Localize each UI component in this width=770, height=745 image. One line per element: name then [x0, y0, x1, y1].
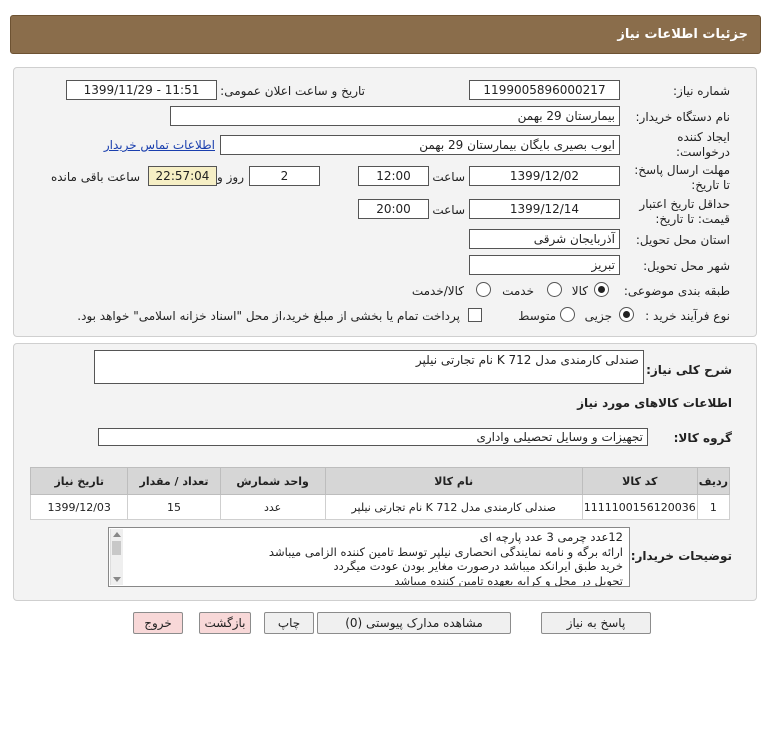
creator-label-2: درخواست:	[676, 145, 730, 159]
province-label: استان محل تحویل:	[635, 233, 730, 247]
notes-line: ارائه برگه و نامه نمایندگی انحصاری نیلپر…	[268, 544, 623, 559]
process-radio-minor[interactable]	[619, 307, 634, 322]
validity-label-2: قیمت: تا تاریخ:	[655, 212, 730, 226]
cell-item-name: صندلی کارمندی مدل K 712 نام تجارتی نیلپر	[324, 494, 583, 520]
col-code-header: کد کالا	[581, 467, 698, 495]
process-option-minor: جزیی	[584, 309, 612, 323]
cell-row-number: 1	[696, 494, 731, 520]
category-option-service: خدمت	[502, 284, 534, 298]
general-desc-label: شرح کلی نیاز:	[646, 363, 732, 377]
process-radio-medium[interactable]	[560, 307, 575, 322]
reply-time-field: 12:00	[358, 166, 429, 186]
cell-quantity: 15	[127, 494, 221, 520]
buyer-notes-textarea[interactable]: 12عدد چرمی 3 عدد پارچه ای ارائه برگه و ن…	[108, 527, 630, 587]
province-field: آذربایجان شرقی	[469, 229, 620, 249]
buyer-contact-link[interactable]: اطلاعات تماس خریدار	[104, 138, 215, 152]
back-button[interactable]: بازگشت	[199, 612, 251, 634]
remaining-time-label: ساعت باقی مانده	[50, 170, 140, 184]
buyer-org-label: نام دستگاه خریدار:	[635, 110, 731, 124]
cell-item-code: 1111100156120036	[581, 494, 698, 520]
creator-label: ایجاد کننده	[677, 130, 730, 144]
days-label: روز و	[217, 170, 244, 184]
print-button[interactable]: چاپ	[264, 612, 314, 634]
remaining-time-field: 22:57:04	[148, 166, 217, 186]
page-header: جزئیات اطلاعات نیاز	[10, 15, 761, 54]
notes-line: تحویل در محل و کرایه بعهده تامین کننده م…	[394, 573, 623, 587]
treasury-payment-checkbox[interactable]	[468, 308, 482, 322]
reply-date-field: 1399/12/02	[469, 166, 620, 186]
validity-time-label: ساعت	[432, 203, 465, 217]
cell-unit: عدد	[219, 494, 326, 520]
buyer-notes-label: توضیحات خریدار:	[630, 549, 732, 563]
category-radio-service[interactable]	[547, 282, 562, 297]
reply-deadline-label-2: تا تاریخ:	[691, 178, 730, 192]
need-number-field: 1199005896000217	[469, 80, 620, 100]
scroll-thumb[interactable]	[112, 541, 121, 555]
scroll-down-icon[interactable]	[113, 577, 121, 582]
city-field: تبریز	[469, 255, 620, 275]
city-label: شهر محل تحویل:	[643, 259, 730, 273]
page-title: جزئیات اطلاعات نیاز	[617, 27, 748, 42]
category-radio-goods[interactable]	[594, 282, 609, 297]
validity-label: حداقل تاریخ اعتبار	[639, 197, 730, 211]
table-row: 1 1111100156120036 صندلی کارمندی مدل K 7…	[29, 494, 731, 520]
process-option-medium: متوسط	[518, 309, 556, 323]
exit-button[interactable]: خروج	[133, 612, 183, 634]
announce-datetime-field: 1399/11/29 - 11:51	[66, 80, 217, 100]
reply-deadline-label: مهلت ارسال پاسخ:	[634, 163, 730, 177]
goods-table-header: ردیف کد کالا نام کالا واحد شمارش تعداد /…	[29, 467, 731, 495]
general-desc-field: صندلی کارمندی مدل K 712 نام تجارتی نیلپر	[94, 350, 644, 384]
validity-date-field: 1399/12/14	[469, 199, 620, 219]
scroll-up-icon[interactable]	[113, 532, 121, 537]
category-label: طبقه بندی موضوعی:	[623, 284, 730, 298]
creator-field: ایوب بصیری بایگان بیمارستان 29 بهمن	[220, 135, 620, 155]
announce-label: تاریخ و ساعت اعلان عمومی:	[220, 84, 365, 98]
notes-scrollbar[interactable]	[110, 529, 123, 585]
col-unit-header: واحد شمارش	[219, 467, 326, 495]
attachments-button[interactable]: مشاهده مدارک پیوستی (0)	[317, 612, 511, 634]
col-row-header: ردیف	[696, 467, 731, 495]
reply-time-label: ساعت	[432, 170, 465, 184]
category-option-goods-service: کالا/خدمت	[411, 284, 464, 298]
need-number-label: شماره نیاز:	[673, 84, 730, 98]
days-remaining-field: 2	[249, 166, 320, 186]
col-date-header: تاریخ نیاز	[29, 467, 129, 495]
process-type-label: نوع فرآیند خرید :	[645, 309, 730, 323]
category-option-goods: کالا	[571, 284, 588, 298]
notes-line: 12عدد چرمی 3 عدد پارچه ای	[479, 530, 623, 544]
goods-group-field: تجهیزات و وسایل تحصیلی واداری	[98, 428, 648, 446]
col-qty-header: تعداد / مقدار	[127, 467, 221, 495]
goods-group-label: گروه کالا:	[673, 431, 732, 445]
notes-line: خرید طبق ایرانکد میباشد درصورت مغایر بود…	[333, 559, 624, 573]
category-radio-goods-service[interactable]	[476, 282, 491, 297]
reply-button[interactable]: پاسخ به نیاز	[541, 612, 651, 634]
validity-time-field: 20:00	[358, 199, 429, 219]
treasury-payment-note: پرداخت تمام یا بخشی از مبلغ خرید،از محل …	[77, 309, 460, 323]
cell-need-date: 1399/12/03	[29, 494, 129, 520]
col-name-header: نام کالا	[324, 467, 583, 495]
goods-info-title: اطلاعات کالاهای مورد نیاز	[577, 396, 732, 410]
goods-table: ردیف کد کالا نام کالا واحد شمارش تعداد /…	[29, 467, 731, 520]
buyer-org-field: بیمارستان 29 بهمن	[170, 106, 620, 126]
